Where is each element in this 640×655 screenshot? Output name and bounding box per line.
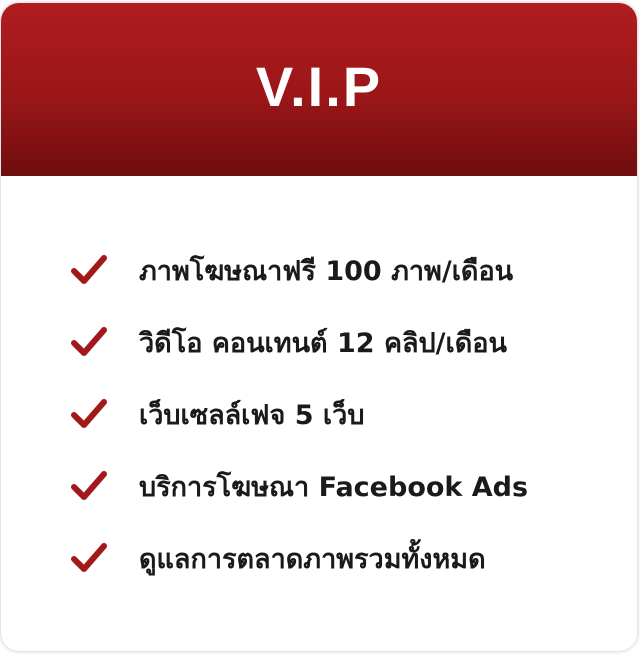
feature-item: เว็บเซลล์เฟจ 5 เว็บ xyxy=(69,391,528,437)
feature-label: ภาพโฆษณาฟรี 100 ภาพ/เดือน xyxy=(139,255,514,287)
feature-label: เว็บเซลล์เฟจ 5 เว็บ xyxy=(139,399,365,431)
check-icon xyxy=(71,399,107,428)
feature-list: ภาพโฆษณาฟรี 100 ภาพ/เดือน วิดีโอ คอนเทนต… xyxy=(69,247,528,607)
feature-item: ดูแลการตลาดภาพรวมทั้งหมด xyxy=(69,535,528,581)
card-header: V.I.P xyxy=(1,3,637,176)
feature-item: วิดีโอ คอนเทนต์ 12 คลิป/เดือน xyxy=(69,319,528,365)
feature-item: บริการโฆษณา Facebook Ads xyxy=(69,463,528,509)
feature-label: บริการโฆษณา Facebook Ads xyxy=(139,471,529,503)
feature-label: ดูแลการตลาดภาพรวมทั้งหมด xyxy=(139,543,486,575)
check-icon xyxy=(71,543,107,572)
feature-item: ภาพโฆษณาฟรี 100 ภาพ/เดือน xyxy=(69,247,528,293)
pricing-card-vip: V.I.P ภาพโฆษณาฟรี 100 ภาพ/เดือน วิดีโอ ค… xyxy=(1,3,637,651)
check-icon xyxy=(71,255,107,284)
check-icon xyxy=(71,471,107,500)
feature-label: วิดีโอ คอนเทนต์ 12 คลิป/เดือน xyxy=(139,327,507,359)
card-title: V.I.P xyxy=(255,55,383,118)
check-icon xyxy=(71,327,107,356)
